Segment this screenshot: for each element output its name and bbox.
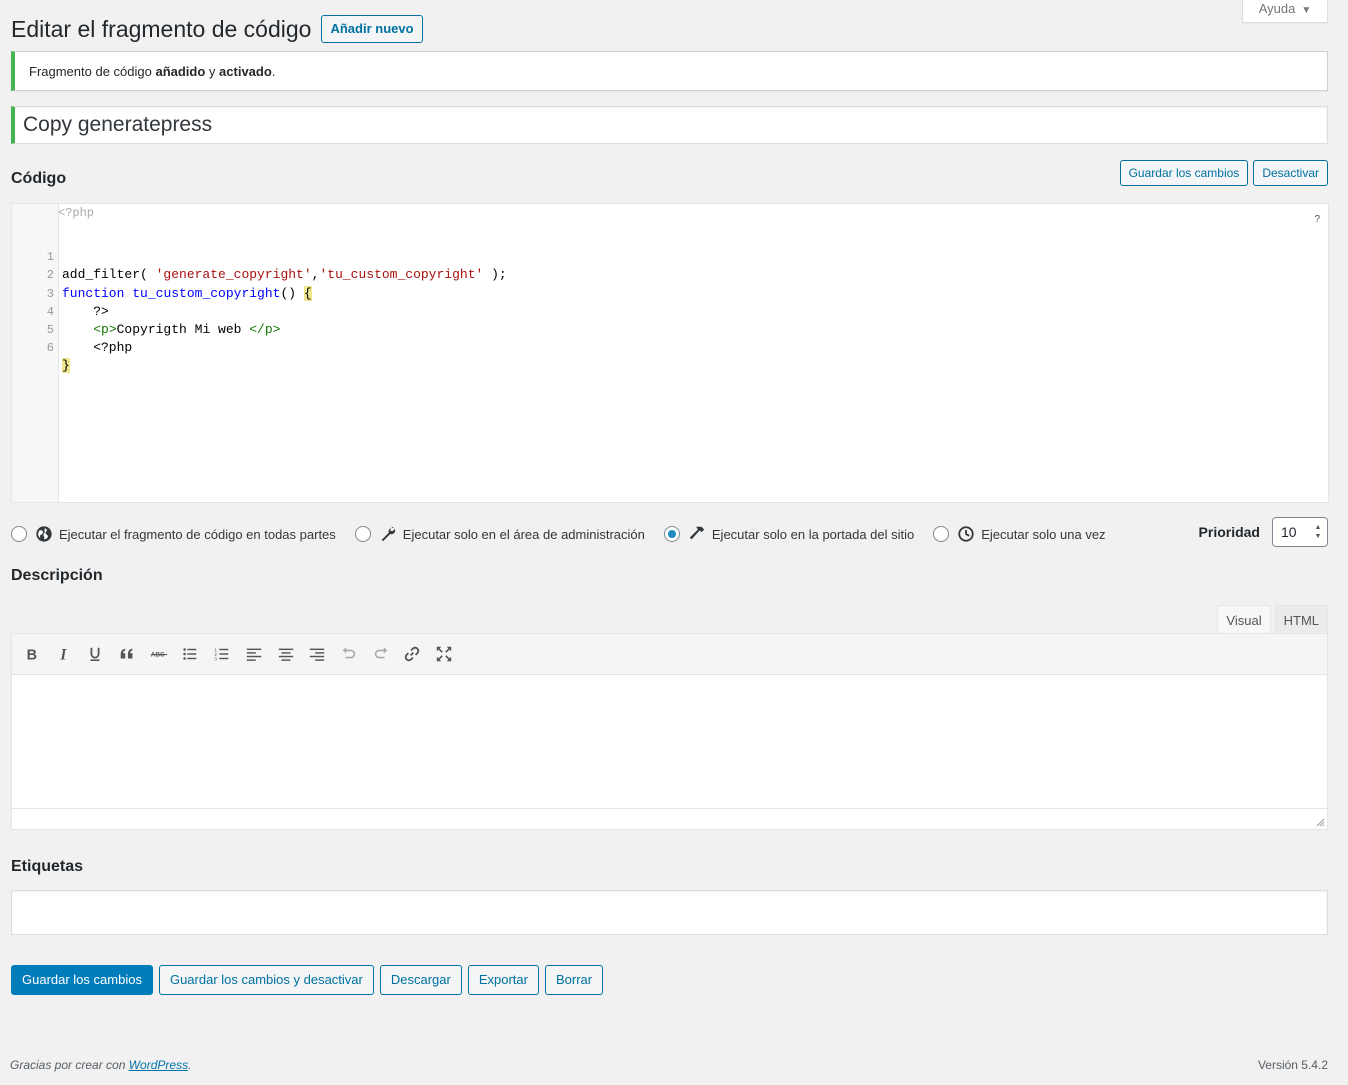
save-deactivate-button[interactable]: Guardar los cambios y desactivar — [158, 965, 374, 995]
line-number: 6 — [46, 341, 54, 356]
code-line: 4 <p>Copyrigth Mi web </p> — [12, 285, 1328, 337]
code-label: Código — [11, 170, 67, 187]
align-left-icon[interactable] — [242, 642, 266, 666]
hammer-icon — [689, 526, 705, 540]
italic-icon[interactable]: I — [52, 642, 76, 666]
code-line: 2 function tu_custom_copyright() { — [12, 248, 1328, 301]
tags-input[interactable] — [11, 890, 1328, 935]
priority-value: 10 — [1281, 524, 1297, 540]
scope-radio[interactable] — [663, 526, 680, 542]
add-new-button[interactable]: Añadir nuevo — [321, 15, 423, 43]
link-icon[interactable] — [400, 642, 424, 666]
fullscreen-icon[interactable] — [432, 642, 456, 666]
save-changes-button[interactable]: Guardar los cambios — [11, 965, 153, 995]
svg-text:ABC: ABC — [151, 652, 165, 659]
code-text: } — [62, 358, 70, 374]
footer-version: Versión 5.4.2 — [1257, 1058, 1328, 1072]
bullet-list-icon[interactable] — [178, 642, 202, 666]
align-center-icon[interactable] — [274, 642, 298, 666]
tab-html[interactable]: HTML — [1274, 605, 1328, 634]
notice-prefix: Fragmento de código — [29, 64, 156, 79]
scope-radio[interactable] — [933, 526, 950, 542]
align-right-icon[interactable] — [305, 642, 329, 666]
editor-status-bar — [12, 808, 1327, 829]
notice-word-activated: activado — [219, 64, 272, 79]
globe-icon — [36, 526, 52, 542]
scope-radio[interactable] — [11, 526, 27, 542]
bold-icon[interactable]: B — [20, 642, 44, 666]
spinner-icon[interactable]: ▲ ▼ — [1313, 523, 1323, 541]
download-button[interactable]: Descargar — [379, 965, 462, 995]
scope-label: Ejecutar el fragmento de código en todas… — [59, 526, 336, 542]
code-actions: Guardar los cambios Desactivar — [1119, 160, 1328, 186]
delete-button[interactable]: Borrar — [544, 965, 604, 995]
wordpress-link[interactable]: WordPress — [129, 1058, 188, 1072]
save-changes-top-button[interactable]: Guardar los cambios — [1119, 160, 1249, 186]
numbered-list-icon[interactable]: 123 — [210, 642, 234, 666]
tags-label: Etiquetas — [11, 858, 84, 875]
help-tab-button[interactable]: Ayuda ▼ — [1242, 0, 1328, 23]
notice-mid: y — [205, 64, 220, 79]
strikethrough-icon[interactable]: ABC — [147, 642, 171, 666]
undo-icon[interactable] — [337, 642, 361, 666]
footer-credit: Gracias por crear con WordPress. — [10, 1058, 191, 1072]
scope-label: Ejecutar solo en la portada del sitio — [711, 526, 915, 542]
redo-icon[interactable] — [369, 642, 393, 666]
footer-period: . — [188, 1058, 192, 1072]
scope-option-once[interactable]: Ejecutar solo una vez — [933, 525, 1106, 543]
scope-options: Ejecutar el fragmento de código en todas… — [11, 520, 1328, 548]
clock-icon — [958, 526, 974, 542]
page-header: Editar el fragmento de código Añadir nue… — [11, 14, 423, 44]
description-editor[interactable] — [11, 675, 1328, 830]
resize-handle-icon[interactable] — [1315, 817, 1325, 827]
priority-control: Prioridad 10 ▲ ▼ — [1199, 517, 1328, 547]
scope-label: Ejecutar solo en el área de administraci… — [402, 526, 645, 542]
code-editor[interactable]: <?php ? 1 add_filter( 'generate_copyrigh… — [11, 203, 1329, 503]
editor-tabs: Visual HTML — [1217, 605, 1328, 634]
scope-radio[interactable] — [354, 526, 371, 542]
priority-label: Prioridad — [1198, 524, 1260, 540]
scope-option-everywhere[interactable]: Ejecutar el fragmento de código en todas… — [11, 525, 336, 543]
footer-text: Gracias por crear con — [10, 1058, 129, 1072]
caret-down-icon: ▼ — [1301, 5, 1312, 16]
wrench-icon — [381, 526, 395, 542]
php-open-tag: <?php — [58, 206, 95, 220]
code-line: 3 ?> — [12, 266, 1328, 319]
help-label: Ayuda — [1258, 1, 1296, 16]
priority-input[interactable]: 10 ▲ ▼ — [1272, 517, 1328, 547]
deactivate-button[interactable]: Desactivar — [1253, 160, 1328, 186]
notice-word-added: añadido — [155, 64, 206, 79]
underline-icon[interactable] — [83, 642, 107, 666]
tab-visual[interactable]: Visual — [1217, 605, 1271, 634]
scope-option-admin[interactable]: Ejecutar solo en el área de administraci… — [354, 525, 645, 543]
blockquote-icon[interactable] — [115, 642, 139, 666]
svg-text:I: I — [59, 646, 67, 663]
success-notice: Fragmento de código añadido y activado. — [11, 51, 1328, 91]
scope-option-frontend[interactable]: Ejecutar solo en la portada del sitio — [663, 525, 915, 543]
svg-text:B: B — [27, 647, 37, 663]
code-line: 1 add_filter( 'generate_copyright','tu_c… — [12, 230, 1328, 282]
bottom-actions: Guardar los cambios Guardar los cambios … — [11, 965, 604, 995]
code-line: 6 } — [12, 321, 1328, 374]
page-title: Editar el fragmento de código — [11, 16, 312, 42]
editor-toolbar: B I ABC 123 — [11, 633, 1328, 675]
editor-help-icon[interactable]: ? — [1314, 214, 1320, 225]
notice-suffix: . — [271, 64, 276, 79]
svg-text:3: 3 — [214, 656, 217, 661]
export-button[interactable]: Exportar — [467, 965, 539, 995]
snippet-title-input[interactable]: Copy generatepress — [11, 106, 1328, 144]
code-lines: 1 add_filter( 'generate_copyright','tu_c… — [12, 230, 1328, 374]
code-line: 5 <?php — [12, 303, 1328, 355]
description-label: Descripción — [11, 567, 103, 584]
scope-label: Ejecutar solo una vez — [981, 526, 1106, 542]
code-text: <?php — [62, 340, 133, 356]
